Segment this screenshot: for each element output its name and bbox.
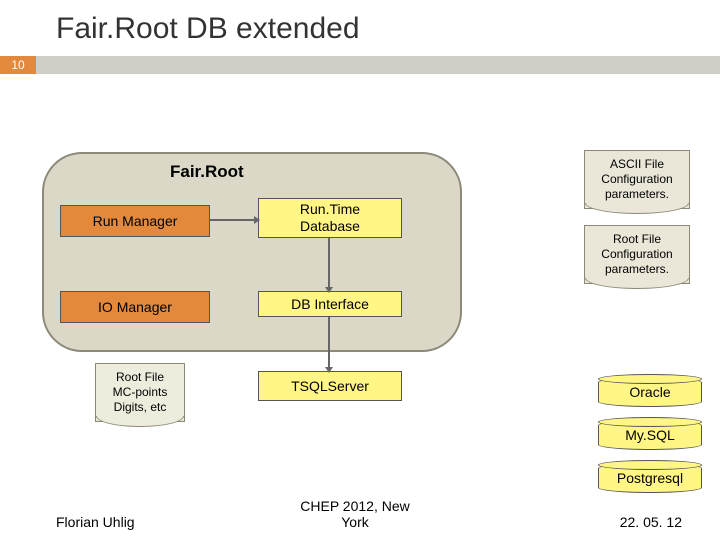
footer-event: CHEP 2012, New York [290, 498, 420, 530]
oracle-label: Oracle [629, 384, 670, 400]
arrow-runmgr-runtime [210, 219, 258, 221]
bar-line [36, 56, 720, 74]
io-manager-box: IO Manager [60, 291, 210, 323]
runtime-db-box: Run.Time Database [258, 198, 402, 238]
arrow-runtime-dbint [328, 238, 330, 291]
footer-date: 22. 05. 12 [620, 514, 682, 530]
container-title: Fair.Root [170, 162, 244, 182]
rootfile-note: Root File Configuration parameters. [584, 225, 690, 284]
run-manager-box: Run Manager [60, 205, 210, 237]
arrow-dbint-tsql [328, 317, 330, 371]
mysql-cylinder: My.SQL [598, 420, 702, 450]
oracle-cylinder: Oracle [598, 377, 702, 407]
slide-number: 10 [0, 56, 36, 74]
accent-bar: 10 [0, 56, 720, 74]
ascii-note: ASCII File Configuration parameters. [584, 150, 690, 209]
slide-title: Fair.Root DB extended [0, 0, 720, 56]
mysql-label: My.SQL [625, 427, 675, 443]
mcpoints-note: Root File MC-points Digits, etc [95, 363, 185, 422]
footer-author: Florian Uhlig [56, 514, 135, 530]
pgsql-cylinder: Postgresql [598, 463, 702, 493]
pgsql-label: Postgresql [617, 470, 683, 486]
